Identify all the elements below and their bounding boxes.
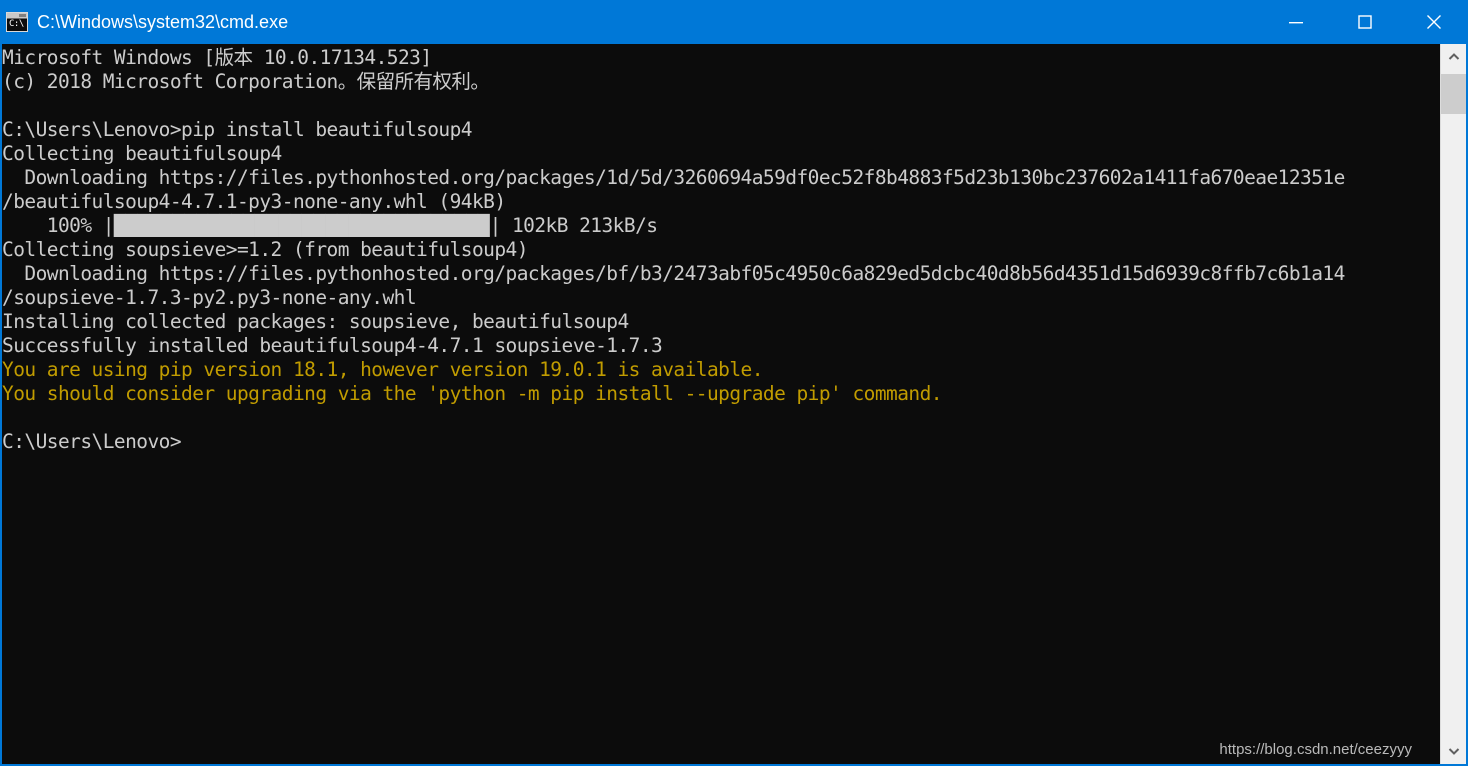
- console-line: Collecting beautifulsoup4: [2, 142, 282, 165]
- console-text: Microsoft Windows [版本 10.0.17134.523] (c)…: [2, 44, 1440, 454]
- console-line: You are using pip version 18.1, however …: [2, 358, 763, 381]
- console-line: C:\Users\Lenovo>pip install beautifulsou…: [2, 118, 473, 141]
- scrollbar-thumb[interactable]: [1441, 74, 1466, 114]
- console-line: (c) 2018 Microsoft Corporation。保留所有权利。: [2, 70, 490, 93]
- console-line: /beautifulsoup4-4.7.1-py3-none-any.whl (…: [2, 190, 506, 213]
- console-line: You should consider upgrading via the 'p…: [2, 382, 943, 405]
- console-line: Downloading https://files.pythonhosted.o…: [2, 166, 1345, 189]
- minimize-button[interactable]: [1261, 0, 1330, 44]
- console-area: Microsoft Windows [版本 10.0.17134.523] (c)…: [0, 44, 1468, 766]
- scroll-down-button[interactable]: [1441, 738, 1466, 764]
- console-line: /soupsieve-1.7.3-py2.py3-none-any.whl: [2, 286, 417, 309]
- chevron-up-icon: [1448, 53, 1459, 60]
- console-line: C:\Users\Lenovo>: [2, 430, 182, 453]
- console-line: Successfully installed beautifulsoup4-4.…: [2, 334, 663, 357]
- progress-bar: ████████████████████████████████: [113, 214, 490, 237]
- cmd-icon-prompt-text: C:\: [9, 19, 24, 29]
- progress-stats: | 102kB 213kB/s: [489, 214, 658, 237]
- maximize-button[interactable]: [1330, 0, 1399, 44]
- scrollbar-track[interactable]: [1441, 70, 1466, 738]
- console-line: Collecting soupsieve>=1.2 (from beautifu…: [2, 238, 528, 261]
- console-line: Microsoft Windows [版本 10.0.17134.523]: [2, 46, 432, 69]
- console-line: Installing collected packages: soupsieve…: [2, 310, 629, 333]
- chevron-down-icon: [1448, 748, 1459, 755]
- vertical-scrollbar[interactable]: [1440, 44, 1466, 764]
- window-title: C:\Windows\system32\cmd.exe: [37, 12, 289, 32]
- console-output[interactable]: Microsoft Windows [版本 10.0.17134.523] (c)…: [2, 44, 1440, 764]
- scroll-up-button[interactable]: [1441, 44, 1466, 70]
- cmd-icon[interactable]: C:\: [6, 12, 28, 32]
- console-line: Downloading https://files.pythonhosted.o…: [2, 262, 1345, 285]
- title-bar[interactable]: C:\ C:\Windows\system32\cmd.exe: [0, 0, 1468, 44]
- progress-percent: 100% |: [2, 214, 115, 237]
- close-button[interactable]: [1399, 0, 1468, 44]
- watermark: https://blog.csdn.net/ceezyyy: [1219, 741, 1412, 758]
- window-controls: [1261, 0, 1468, 44]
- cmd-window: C:\ C:\Windows\system32\cmd.exe Microsof…: [0, 0, 1468, 766]
- console-line: 100% |████████████████████████████████| …: [2, 214, 1440, 238]
